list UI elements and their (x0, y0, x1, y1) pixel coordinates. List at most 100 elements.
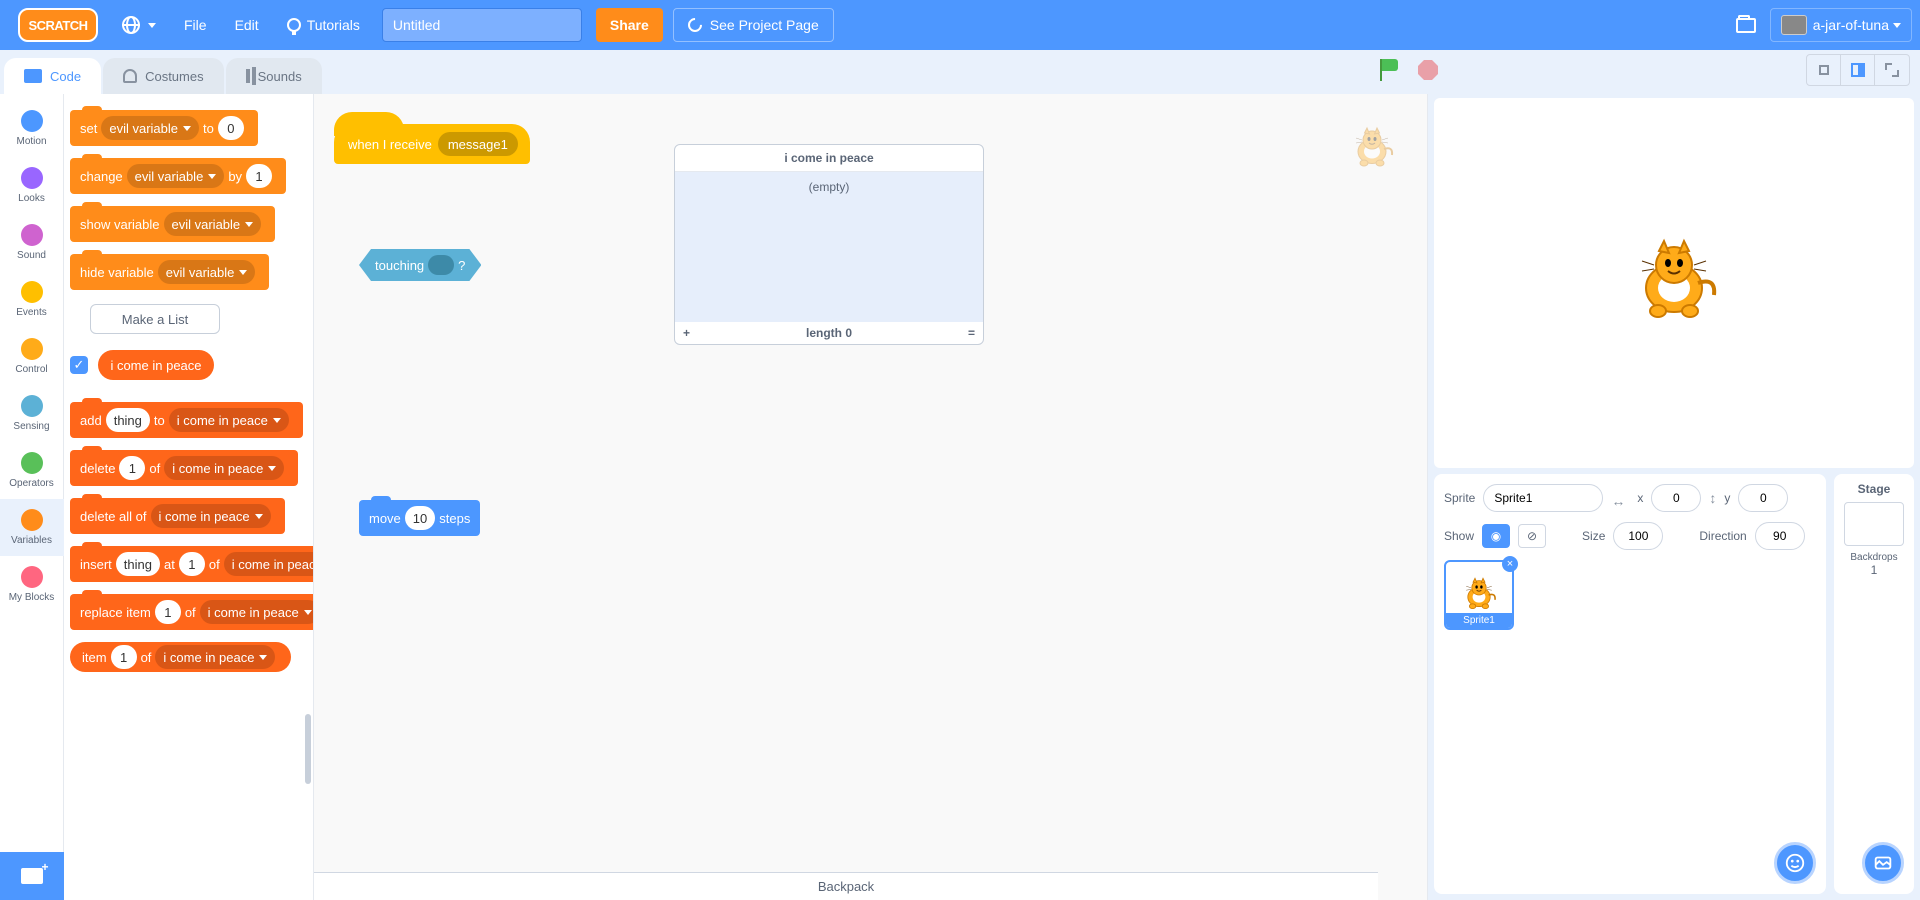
stage-thumbnail[interactable] (1844, 502, 1904, 546)
category-motion[interactable]: Motion (0, 100, 64, 157)
list-dropdown[interactable]: i come in peace (169, 408, 289, 432)
touching-dropdown[interactable] (428, 255, 454, 275)
category-label: My Blocks (9, 592, 55, 603)
scripts-workspace[interactable]: when I receive message1 touching ? move … (314, 94, 1428, 900)
category-variables[interactable]: Variables (0, 499, 64, 556)
tab-costumes[interactable]: Costumes (103, 58, 224, 94)
make-list-button[interactable]: Make a List (90, 304, 220, 334)
category-sound[interactable]: Sound (0, 214, 64, 271)
list-resize-handle[interactable]: = (968, 326, 975, 340)
stage-canvas[interactable] (1434, 98, 1914, 468)
index-input[interactable]: 1 (155, 600, 181, 624)
block-show-variable[interactable]: show variable evil variable (70, 206, 275, 242)
stage-full-button[interactable] (1875, 55, 1909, 85)
value-input[interactable]: 10 (405, 506, 435, 530)
tutorials-button[interactable]: Tutorials (273, 0, 374, 50)
block-add-to-list[interactable]: add thing to i come in peace (70, 402, 303, 438)
block-item-of-list[interactable]: item 1 of i come in peace (70, 642, 291, 672)
block-touching[interactable]: touching ? (359, 249, 481, 281)
variable-dropdown[interactable]: evil variable (164, 212, 262, 236)
block-insert-list[interactable]: insert thing at 1 of i come in peace (70, 546, 314, 582)
value-input[interactable]: 1 (119, 456, 145, 480)
script-stack[interactable]: when I receive message1 (334, 124, 530, 164)
category-myblocks[interactable]: My Blocks (0, 556, 64, 613)
category-events[interactable]: Events (0, 271, 64, 328)
index-input[interactable]: 1 (179, 552, 205, 576)
looks-icon (21, 167, 43, 189)
sprite-size-input[interactable] (1613, 522, 1663, 550)
stage-small-button[interactable] (1807, 55, 1841, 85)
index-input[interactable]: 1 (111, 645, 137, 669)
scratch-logo[interactable]: SCRATCH (18, 8, 98, 42)
list-dropdown[interactable]: i come in peace (151, 504, 271, 528)
value-input[interactable]: thing (106, 408, 150, 432)
avatar-icon (1781, 15, 1807, 35)
variable-dropdown[interactable]: evil variable (101, 116, 199, 140)
stop-button[interactable] (1418, 60, 1438, 80)
value-input[interactable]: thing (116, 552, 160, 576)
block-set-variable[interactable]: set evil variable to 0 (70, 110, 258, 146)
project-title-input[interactable] (382, 8, 582, 42)
file-menu[interactable]: File (170, 0, 221, 50)
list-visibility-checkbox[interactable]: ✓ (70, 356, 88, 374)
block-change-variable[interactable]: change evil variable by 1 (70, 158, 286, 194)
value-input[interactable]: 1 (246, 164, 272, 188)
block-delete-all-list[interactable]: delete all of i come in peace (70, 498, 285, 534)
loose-block[interactable]: touching ? (359, 249, 481, 281)
see-project-page-button[interactable]: See Project Page (673, 8, 834, 42)
my-stuff-icon[interactable] (1736, 18, 1756, 33)
category-looks[interactable]: Looks (0, 157, 64, 214)
block-delete-of-list[interactable]: delete 1 of i come in peace (70, 450, 298, 486)
sprite-name-input[interactable] (1483, 484, 1603, 512)
add-extension-button[interactable] (0, 852, 64, 900)
message-dropdown[interactable]: message1 (438, 132, 518, 156)
add-sprite-button[interactable] (1774, 842, 1816, 884)
edit-menu[interactable]: Edit (221, 0, 273, 50)
tab-code[interactable]: Code (4, 58, 101, 94)
delete-sprite-button[interactable]: × (1502, 556, 1518, 572)
block-move-steps[interactable]: move 10 steps (359, 500, 480, 536)
list-reporter[interactable]: i come in peace (98, 350, 213, 380)
backpack-header[interactable]: Backpack (314, 872, 1378, 900)
share-button[interactable]: Share (596, 8, 663, 42)
block-hide-variable[interactable]: hide variable evil variable (70, 254, 269, 290)
sprite-thumbnail[interactable]: × Sprite1 (1444, 560, 1514, 630)
variable-dropdown[interactable]: evil variable (127, 164, 225, 188)
loose-block[interactable]: move 10 steps (359, 494, 480, 542)
sprite-and-stage-panels: Sprite x y Show ◉ ⊘ Size (1434, 474, 1914, 894)
list-dropdown[interactable]: i come in peace (164, 456, 284, 480)
list-dropdown[interactable]: i come in peace (224, 552, 314, 576)
list-monitor[interactable]: i come in peace (empty) + length 0 = (674, 144, 984, 345)
variable-dropdown[interactable]: evil variable (158, 260, 256, 284)
category-control[interactable]: Control (0, 328, 64, 385)
language-menu[interactable] (108, 0, 170, 50)
list-add-button[interactable]: + (683, 326, 690, 340)
green-flag-button[interactable] (1380, 59, 1400, 81)
stage-column: Sprite x y Show ◉ ⊘ Size (1428, 94, 1920, 900)
stage-title: Stage (1858, 482, 1891, 496)
tab-sounds[interactable]: Sounds (226, 58, 322, 94)
operators-icon (21, 452, 43, 474)
category-operators[interactable]: Operators (0, 442, 64, 499)
block-when-i-receive[interactable]: when I receive message1 (334, 124, 530, 164)
extension-icon (21, 868, 43, 884)
tab-strip: Code Costumes Sounds (0, 50, 1920, 94)
block-replace-list[interactable]: replace item 1 of i come in peace wit (70, 594, 314, 630)
value-input[interactable]: 0 (218, 116, 244, 140)
list-dropdown[interactable]: i come in peace (200, 600, 314, 624)
show-sprite-button[interactable]: ◉ (1482, 524, 1510, 548)
block-palette[interactable]: set evil variable to 0 change evil varia… (64, 94, 314, 900)
block-text: show variable (80, 217, 160, 232)
add-backdrop-button[interactable] (1862, 842, 1904, 884)
sprite-on-stage[interactable] (1624, 233, 1724, 333)
list-dropdown[interactable]: i come in peace (155, 645, 275, 669)
hide-sprite-button[interactable]: ⊘ (1518, 524, 1546, 548)
block-text: delete all of (80, 509, 147, 524)
sprite-direction-input[interactable] (1755, 522, 1805, 550)
list-reporter-row: ✓ i come in peace (70, 344, 307, 386)
stage-large-button[interactable] (1841, 55, 1875, 85)
account-menu[interactable]: a-jar-of-tuna (1770, 8, 1912, 42)
sprite-y-input[interactable] (1738, 484, 1788, 512)
category-sensing[interactable]: Sensing (0, 385, 64, 442)
sprite-x-input[interactable] (1651, 484, 1701, 512)
